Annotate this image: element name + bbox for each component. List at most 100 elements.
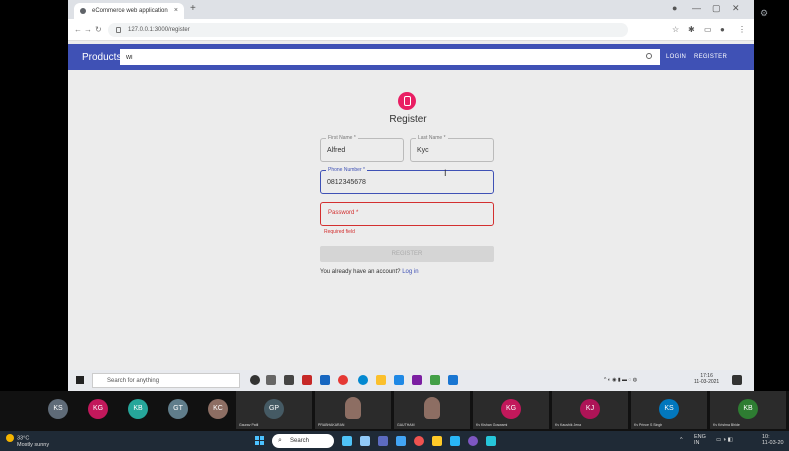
text-cursor-icon: I [444, 168, 447, 178]
tray-icons[interactable]: ^ ◐ ◉ ▮ ▬ ◌ ◍ [604, 377, 637, 383]
tab-close-icon[interactable]: × [174, 7, 178, 14]
host-app8-icon[interactable] [468, 436, 478, 446]
host-region: IN [694, 440, 700, 446]
site-info-icon[interactable] [116, 27, 121, 33]
host-teams-icon[interactable] [378, 436, 388, 446]
register-link[interactable]: REGISTER [694, 54, 727, 60]
windows-start-icon[interactable] [76, 376, 84, 384]
app-blue-icon[interactable] [320, 375, 330, 385]
profile-avatar-icon[interactable]: ● [720, 25, 725, 34]
participant-video-tile[interactable]: KJ Kv Kaushik Jena [552, 391, 628, 429]
host-clock[interactable]: 10: 11-03-20 [762, 434, 784, 446]
host-start-icon[interactable] [255, 436, 265, 446]
browser-menu-icon[interactable]: ⋮ [738, 25, 746, 34]
register-button[interactable]: REGISTER [320, 246, 494, 262]
host-tray-chevron-icon[interactable]: ^ [680, 437, 683, 443]
window-minimize-icon[interactable]: — [692, 3, 701, 13]
phone-number-field[interactable]: Phone Number * 0812345678 [320, 167, 494, 194]
participant-video-tile[interactable]: GAUTHAM [394, 391, 470, 429]
participant-video-tile[interactable]: KG Kv Kishan Goswami [473, 391, 549, 429]
host-store-icon[interactable] [450, 436, 460, 446]
browser-tab[interactable]: eCommerce web application × [74, 3, 184, 19]
host-date: 11-03-20 [762, 440, 784, 446]
host-chrome-icon[interactable] [414, 436, 424, 446]
profile-dot-icon[interactable]: ● [672, 3, 677, 13]
participant-video-feed [424, 397, 440, 419]
tab-title: eCommerce web application [92, 8, 168, 14]
window-maximize-icon[interactable]: ▢ [712, 3, 721, 14]
reload-icon[interactable]: ↻ [95, 25, 102, 34]
new-tab-icon[interactable]: + [190, 3, 196, 14]
app-code-icon[interactable] [448, 375, 458, 385]
login-link[interactable]: LOGIN [666, 54, 686, 60]
task-view-icon[interactable] [266, 375, 276, 385]
participant-avatar[interactable]: KC [208, 399, 228, 419]
phone-number-value: 0812345678 [327, 179, 366, 186]
participant-name: GAUTHAM [397, 423, 415, 427]
participant-video-tile[interactable]: KS Kv Prince S Singh [631, 391, 707, 429]
cortana-icon[interactable] [250, 375, 260, 385]
weather-widget[interactable]: 33°C Mostly sunny [6, 434, 49, 448]
lock-avatar-icon [398, 92, 416, 110]
edge-icon[interactable] [358, 375, 368, 385]
participant-avatar[interactable]: KG [88, 399, 108, 419]
back-icon[interactable]: ← [74, 25, 82, 34]
store-icon[interactable] [284, 375, 294, 385]
host-app9-icon[interactable] [486, 436, 496, 446]
app-purple-icon[interactable] [412, 375, 422, 385]
shared-taskbar: Search for anything ^ ◐ ◉ ▮ ▬ ◌ ◍ 17:16 … [68, 370, 754, 391]
app-red-icon[interactable] [302, 375, 312, 385]
host-language[interactable]: ENG IN [694, 434, 706, 446]
last-name-label: Last Name * [416, 135, 448, 141]
host-explorer-icon[interactable] [432, 436, 442, 446]
file-explorer-icon[interactable] [376, 375, 386, 385]
participant-avatar: KJ [580, 399, 600, 419]
notification-icon[interactable] [732, 375, 742, 385]
participant-video-tile[interactable]: PRABHAKARAN [315, 391, 391, 429]
product-search-input[interactable] [120, 49, 660, 65]
page-title: Register [389, 114, 427, 125]
app-vscode-icon[interactable] [394, 375, 404, 385]
login-link-form[interactable]: Log in [402, 269, 418, 275]
participant-avatar[interactable]: GT [168, 399, 188, 419]
meeting-settings-icon[interactable]: ⚙ [760, 8, 768, 19]
participant-avatar[interactable]: KS [48, 399, 68, 419]
participant-avatar: KG [501, 399, 521, 419]
host-search-box[interactable]: ⌕ Search [272, 434, 334, 448]
inner-date: 11-03-2021 [694, 379, 720, 385]
participant-avatar: GP [264, 399, 284, 419]
participants-strip: KS KG KB GT KC GP Gaurav Patil PRABHAKARAN GAUT… [0, 391, 789, 431]
participant-name: Gaurav Patil [239, 423, 259, 427]
participant-video-tile[interactable]: KB Kv Krishna Bhide [710, 391, 786, 429]
extensions-icon[interactable]: ✱ [688, 25, 695, 34]
bookmark-star-icon[interactable]: ☆ [672, 25, 679, 34]
tab-favicon-icon [80, 8, 86, 14]
participant-video-tile[interactable]: GP Gaurav Patil [236, 391, 312, 429]
host-app2-icon[interactable] [360, 436, 370, 446]
app-navbar: Products LOGIN REGISTER [68, 44, 754, 70]
last-name-field[interactable]: Last Name * Kyc [410, 135, 494, 162]
screen: — ⚙ eCommerce web application × + ● — ▢ … [0, 0, 789, 451]
sidebar-icon[interactable]: ▭ [704, 25, 712, 34]
window-close-icon[interactable]: ✕ [732, 3, 740, 14]
participant-avatar: KB [738, 399, 758, 419]
participant-video-feed [345, 397, 361, 419]
chrome-icon[interactable] [338, 375, 348, 385]
brand-link[interactable]: Products [82, 52, 121, 63]
forward-icon[interactable]: → [84, 25, 92, 34]
host-taskbar: 33°C Mostly sunny ⌕ Search ^ ENG IN ▭ ◑ … [0, 431, 789, 451]
search-icon[interactable] [646, 53, 652, 59]
participant-name: Kv Kishan Goswami [476, 423, 508, 427]
host-edge-icon[interactable] [396, 436, 406, 446]
phone-number-label: Phone Number * [326, 167, 367, 173]
first-name-field[interactable]: First Name * Alfred [320, 135, 404, 162]
host-tray-icons[interactable]: ▭ ◑ ◧ [716, 437, 733, 443]
host-files-icon[interactable] [342, 436, 352, 446]
inner-clock[interactable]: 17:16 11-03-2021 [694, 373, 719, 385]
participant-name: PRABHAKARAN [318, 423, 345, 427]
participant-avatar[interactable]: KB [128, 399, 148, 419]
url-field[interactable]: 127.0.0.1:3000/register [108, 23, 628, 37]
password-field[interactable]: Password * [320, 202, 494, 226]
taskbar-search-box[interactable]: Search for anything [92, 373, 240, 388]
app-green-icon[interactable] [430, 375, 440, 385]
